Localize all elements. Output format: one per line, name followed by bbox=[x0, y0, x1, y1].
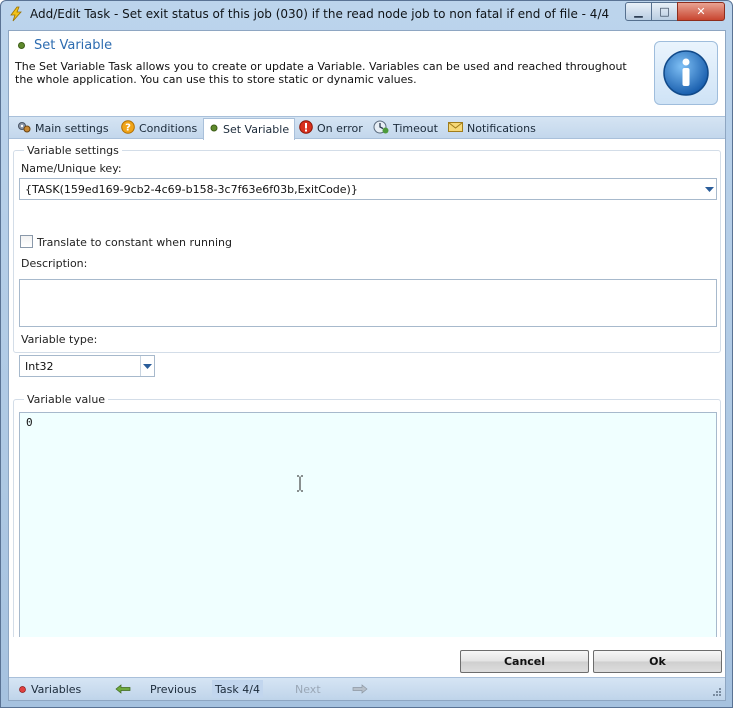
arrow-left-icon bbox=[115, 684, 131, 694]
info-icon bbox=[654, 41, 718, 105]
tab-label: Timeout bbox=[393, 122, 438, 135]
chevron-down-icon[interactable] bbox=[702, 179, 716, 199]
resize-grip-icon[interactable] bbox=[712, 687, 722, 697]
maximize-button[interactable]: □ bbox=[651, 2, 678, 21]
tab-label: Set Variable bbox=[223, 123, 290, 136]
error-icon bbox=[299, 120, 313, 137]
variable-type-select[interactable]: Int32 bbox=[19, 355, 155, 377]
tab-set-variable[interactable]: Set Variable bbox=[203, 118, 296, 140]
tab-timeout[interactable]: Timeout bbox=[368, 118, 443, 139]
translate-checkbox[interactable] bbox=[20, 235, 33, 248]
window-title: Add/Edit Task - Set exit status of this … bbox=[30, 7, 610, 21]
variable-value-editor[interactable]: 0 bbox=[19, 412, 717, 658]
chevron-down-icon[interactable] bbox=[140, 356, 154, 376]
task-counter: Task 4/4 bbox=[212, 680, 263, 698]
clock-icon bbox=[373, 120, 389, 137]
cancel-button[interactable]: Cancel bbox=[460, 650, 589, 673]
description-input[interactable] bbox=[19, 279, 717, 327]
variables-label: Variables bbox=[31, 682, 82, 696]
tab-conditions[interactable]: ? Conditions bbox=[116, 118, 202, 139]
gears-icon bbox=[17, 120, 31, 137]
description-label: Description: bbox=[21, 257, 88, 270]
close-button[interactable]: ✕ bbox=[677, 2, 725, 21]
ok-button[interactable]: Ok bbox=[593, 650, 722, 673]
tab-label: Main settings bbox=[35, 122, 109, 135]
dialog-window: Add/Edit Task - Set exit status of this … bbox=[0, 0, 733, 708]
variable-type-value: Int32 bbox=[25, 359, 54, 373]
svg-text:?: ? bbox=[125, 123, 131, 134]
tab-main-settings[interactable]: Main settings bbox=[12, 118, 114, 139]
title-bar[interactable]: Add/Edit Task - Set exit status of this … bbox=[1, 1, 732, 28]
previous-button[interactable]: Previous bbox=[115, 680, 197, 698]
question-icon: ? bbox=[121, 120, 135, 137]
envelope-icon bbox=[448, 121, 463, 136]
tab-notifications[interactable]: Notifications bbox=[443, 118, 541, 139]
bullet-icon bbox=[18, 42, 25, 49]
text-cursor-icon bbox=[296, 475, 304, 495]
header-description: The Set Variable Task allows you to crea… bbox=[15, 60, 627, 86]
variables-button[interactable]: Variables bbox=[19, 680, 81, 698]
button-area: Cancel Ok bbox=[9, 637, 725, 677]
tab-bar: Main settings ? Conditions Set Variable … bbox=[9, 116, 725, 140]
tab-label: Conditions bbox=[139, 122, 198, 135]
minimize-button[interactable]: ▁ bbox=[625, 2, 652, 21]
tab-label: Notifications bbox=[467, 122, 536, 135]
task-header: Set Variable The Set Variable Task allow… bbox=[9, 31, 725, 115]
tab-content: Variable settings Name/Unique key: {TASK… bbox=[9, 140, 725, 665]
dialog-client: Set Variable The Set Variable Task allow… bbox=[8, 30, 726, 701]
translate-label: Translate to constant when running bbox=[37, 236, 232, 249]
variable-settings-legend: Variable settings bbox=[24, 144, 122, 157]
lightning-icon bbox=[8, 6, 24, 22]
status-bar: Variables Previous Task 4/4 Next bbox=[9, 677, 725, 700]
next-button[interactable]: Next bbox=[295, 680, 368, 698]
name-key-value: {TASK(159ed169-9cb2-4c69-b158-3c7f63e6f0… bbox=[25, 182, 358, 196]
previous-label: Previous bbox=[150, 682, 197, 696]
header-title: Set Variable bbox=[34, 38, 113, 53]
arrow-right-icon bbox=[352, 684, 368, 694]
variable-type-label: Variable type: bbox=[21, 333, 98, 346]
tab-on-error[interactable]: On error bbox=[294, 118, 368, 139]
name-label: Name/Unique key: bbox=[21, 162, 122, 175]
bullet-icon bbox=[209, 123, 219, 136]
name-key-combobox[interactable]: {TASK(159ed169-9cb2-4c69-b158-3c7f63e6f0… bbox=[19, 178, 717, 200]
variable-value-legend: Variable value bbox=[24, 393, 109, 406]
next-label: Next bbox=[295, 682, 321, 696]
tab-label: On error bbox=[317, 122, 363, 135]
bullet-icon bbox=[19, 685, 26, 693]
